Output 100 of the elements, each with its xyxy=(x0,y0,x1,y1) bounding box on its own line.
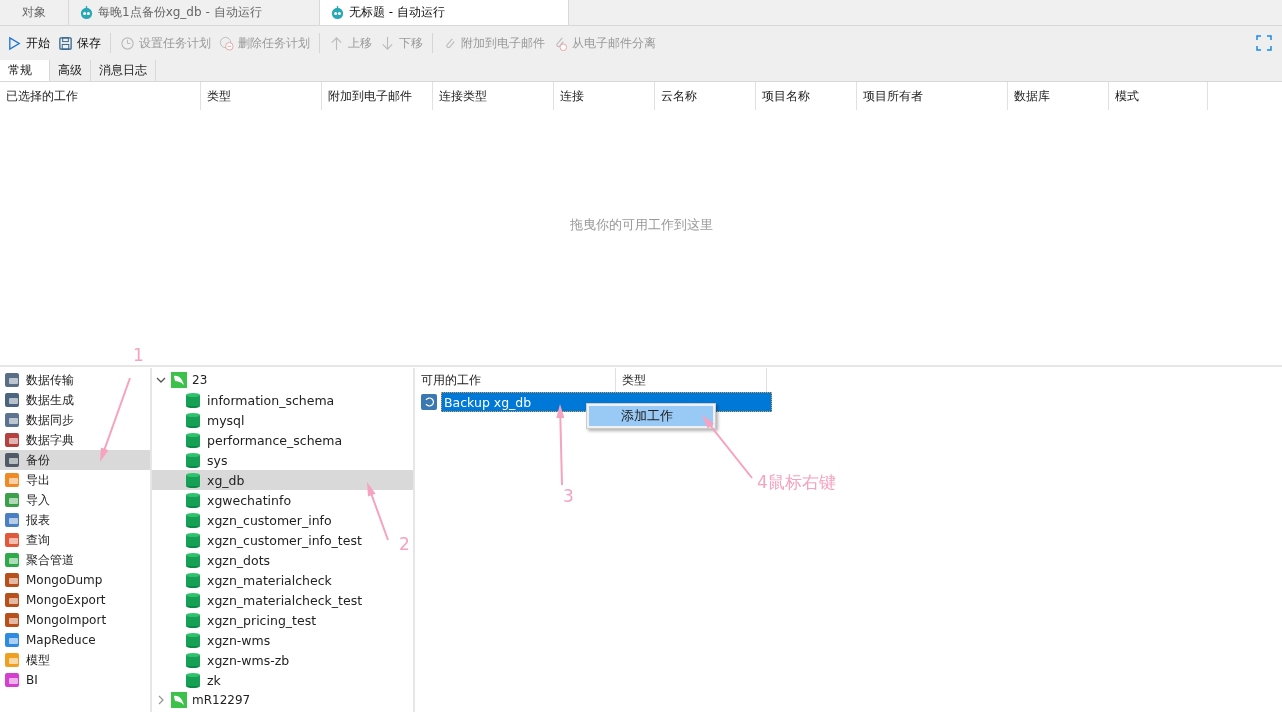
category-item[interactable]: BI xyxy=(0,670,150,690)
category-item[interactable]: 备份 xyxy=(0,450,150,470)
robot-icon xyxy=(330,5,345,20)
clock-icon xyxy=(120,35,135,51)
category-item[interactable]: 查询 xyxy=(0,530,150,550)
category-icon xyxy=(4,412,20,428)
annotation-arrow xyxy=(367,482,389,541)
category-item[interactable]: 导入 xyxy=(0,490,150,510)
database-item[interactable]: xgwechatinfo xyxy=(152,490,298,510)
database-item[interactable]: performance_schema xyxy=(152,430,349,450)
document-tab[interactable]: 对象 xyxy=(0,0,69,25)
dolphin-icon xyxy=(171,372,187,388)
category-item[interactable]: 报表 xyxy=(0,510,150,530)
chevron-right-icon[interactable] xyxy=(156,695,166,705)
empty-hint: 拖曳你的可用工作到这里 xyxy=(569,217,713,234)
column-header[interactable]: 项目名称 xyxy=(756,82,857,110)
category-item[interactable]: 模型 xyxy=(0,650,150,670)
category-item[interactable]: MongoExport xyxy=(0,590,150,610)
database-item[interactable]: xgzn_materialcheck_test xyxy=(152,590,369,610)
database-icon xyxy=(185,432,201,448)
toolbar-button[interactable]: 保存 xyxy=(55,32,104,54)
database-item[interactable]: xgzn_pricing_test xyxy=(152,610,323,630)
column-header[interactable]: 类型 xyxy=(201,82,322,110)
category-item[interactable]: 聚合管道 xyxy=(0,550,150,570)
category-item[interactable]: 数据同步 xyxy=(0,410,150,430)
database-icon xyxy=(185,632,201,648)
dolphin-icon xyxy=(171,692,187,708)
job-name: Backup xg_db xyxy=(443,394,533,410)
paperclip-remove-icon xyxy=(553,35,568,51)
column-header[interactable]: 云名称 xyxy=(655,82,756,110)
annotation-label: 3 xyxy=(563,486,574,506)
arrow-up-icon xyxy=(329,35,344,51)
database-item[interactable]: information_schema xyxy=(152,390,341,410)
remove-icon xyxy=(219,35,234,51)
database-item[interactable]: xg_db xyxy=(152,470,413,490)
category-icon xyxy=(4,632,20,648)
connection-node[interactable]: 23 xyxy=(152,370,413,390)
fullscreen-icon[interactable] xyxy=(1256,35,1272,51)
database-item[interactable]: xgzn_customer_info xyxy=(152,510,338,530)
database-icon xyxy=(185,572,201,588)
database-item[interactable]: sys xyxy=(152,450,234,470)
category-icon xyxy=(4,452,20,468)
category-icon xyxy=(4,672,20,688)
column-header[interactable]: 模式 xyxy=(1109,82,1208,110)
category-icon xyxy=(4,372,20,388)
menu-item[interactable]: 添加工作 xyxy=(589,406,713,426)
category-icon xyxy=(4,652,20,668)
annotation-label: 4鼠标右键 xyxy=(757,471,836,494)
category-item[interactable]: 数据字典 xyxy=(0,430,150,450)
database-icon xyxy=(185,652,201,668)
backup-icon xyxy=(421,394,437,410)
database-icon xyxy=(185,492,201,508)
category-item[interactable]: MongoImport xyxy=(0,610,150,630)
connection-node[interactable]: mR12297 xyxy=(152,690,413,710)
database-item[interactable]: xgzn-wms xyxy=(152,630,277,650)
arrow-down-icon xyxy=(380,35,395,51)
database-icon xyxy=(185,392,201,408)
column-header[interactable]: 连接 xyxy=(554,82,655,110)
database-item[interactable]: zk xyxy=(152,670,227,690)
category-icon xyxy=(4,392,20,408)
database-icon xyxy=(185,452,201,468)
column-header[interactable]: 已选择的工作 xyxy=(0,82,201,110)
database-icon xyxy=(185,512,201,528)
category-item[interactable]: 数据传输 xyxy=(0,370,150,390)
play-icon xyxy=(7,35,22,51)
category-item[interactable]: MapReduce xyxy=(0,630,150,650)
database-item[interactable]: xgzn_customer_info_test xyxy=(152,530,368,550)
category-icon xyxy=(4,472,20,488)
category-icon xyxy=(4,492,20,508)
toolbar-button[interactable]: 开始 xyxy=(4,32,53,54)
chevron-down-icon[interactable] xyxy=(156,375,166,385)
column-header[interactable]: 连接类型 xyxy=(433,82,554,110)
database-icon xyxy=(185,672,201,688)
database-icon xyxy=(185,612,201,628)
database-icon xyxy=(185,412,201,428)
category-icon xyxy=(4,512,20,528)
column-header[interactable]: 附加到电子邮件 xyxy=(322,82,433,110)
column-header[interactable]: 项目所有者 xyxy=(857,82,1008,110)
category-icon xyxy=(4,552,20,568)
document-tab[interactable]: 无标题 - 自动运行 xyxy=(320,0,569,25)
category-item[interactable]: 导出 xyxy=(0,470,150,490)
annotation-arrow xyxy=(702,415,753,479)
robot-icon xyxy=(79,5,94,20)
category-icon xyxy=(4,432,20,448)
annotation-label: 1 xyxy=(133,345,144,365)
category-item[interactable]: 数据生成 xyxy=(0,390,150,410)
tab[interactable]: 常规 xyxy=(0,60,50,81)
save-icon xyxy=(58,35,73,51)
database-icon xyxy=(185,552,201,568)
database-item[interactable]: mysql xyxy=(152,410,251,430)
database-item[interactable]: xgzn-wms-zb xyxy=(152,650,296,670)
category-icon xyxy=(4,572,20,588)
column-header[interactable]: 数据库 xyxy=(1008,82,1109,110)
database-item[interactable]: xgzn_materialcheck xyxy=(152,570,338,590)
category-item[interactable]: MongoDump xyxy=(0,570,150,590)
database-icon xyxy=(185,532,201,548)
annotation-label: 2 xyxy=(399,534,410,554)
database-icon xyxy=(185,592,201,608)
database-icon xyxy=(185,472,201,488)
database-item[interactable]: xgzn_dots xyxy=(152,550,277,570)
